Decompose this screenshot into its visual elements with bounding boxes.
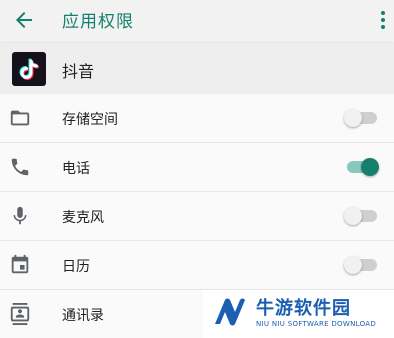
watermark-subtitle: NIU NIU SOFTWARE DOWNLOAD xyxy=(256,320,377,328)
permission-label: 日历 xyxy=(62,259,90,275)
phone-toggle[interactable] xyxy=(347,158,379,176)
contacts-icon xyxy=(10,303,30,325)
permission-row-microphone[interactable]: 麦克风 xyxy=(0,192,394,241)
permission-label: 存储空间 xyxy=(62,112,118,128)
arrow-left-icon[interactable] xyxy=(12,8,36,32)
page-title: 应用权限 xyxy=(62,12,134,32)
microphone-toggle[interactable] xyxy=(344,207,379,225)
storage-toggle[interactable] xyxy=(344,109,379,127)
watermark-logo-icon xyxy=(215,298,245,326)
app-header: 抖音 xyxy=(0,43,394,94)
microphone-icon xyxy=(13,206,27,225)
app-bar: 应用权限 xyxy=(0,0,394,42)
calendar-toggle[interactable] xyxy=(344,256,379,274)
calendar-icon xyxy=(11,254,29,274)
permission-label: 电话 xyxy=(62,161,90,177)
app-name: 抖音 xyxy=(62,62,95,81)
permission-row-phone[interactable]: 电话 xyxy=(0,143,394,192)
permission-label: 麦克风 xyxy=(62,210,104,226)
watermark-title: 牛游软件园 xyxy=(256,298,351,319)
tiktok-logo xyxy=(12,52,46,86)
permission-row-storage[interactable]: 存储空间 xyxy=(0,94,394,143)
watermark: 牛游软件园 NIU NIU SOFTWARE DOWNLOAD xyxy=(203,290,394,338)
folder-icon xyxy=(10,110,30,126)
permission-row-calendar[interactable]: 日历 xyxy=(0,241,394,290)
permission-label: 通讯录 xyxy=(62,308,104,324)
phone-icon xyxy=(11,158,29,176)
more-vertical-icon[interactable] xyxy=(380,10,386,30)
